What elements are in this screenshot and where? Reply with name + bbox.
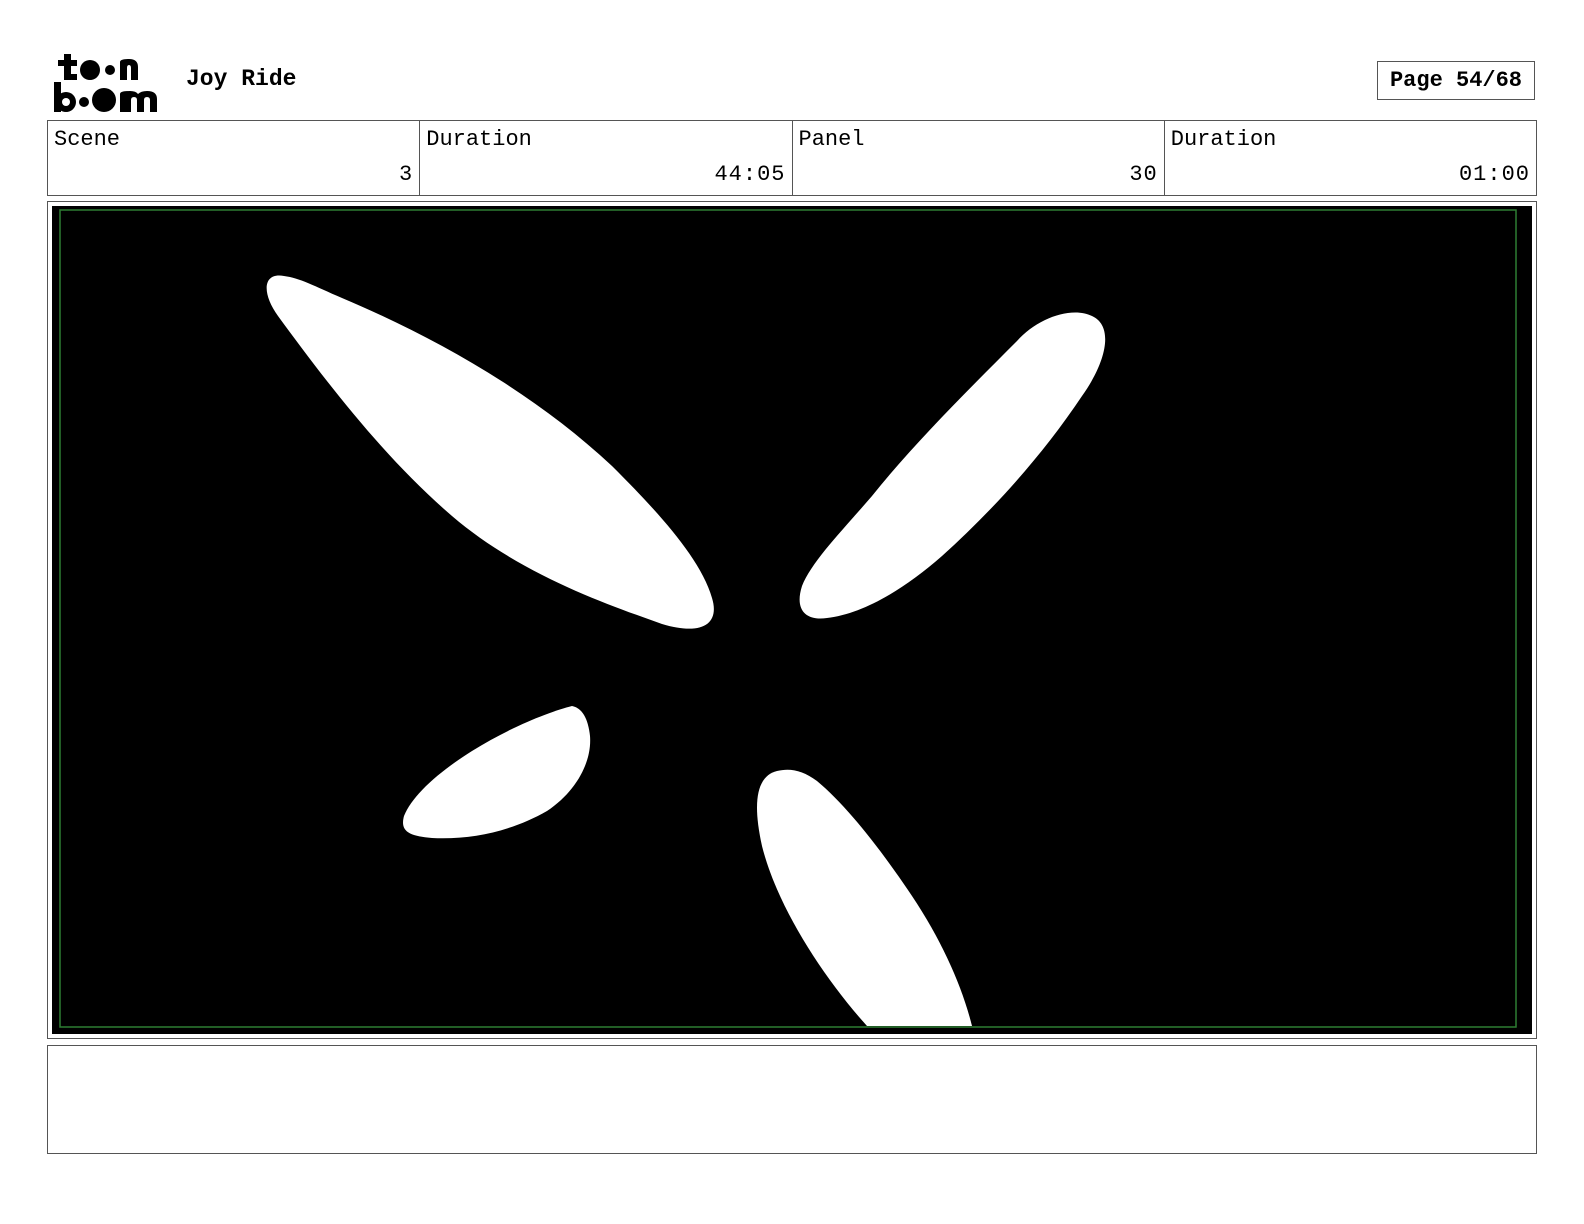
scene-duration-value: 44:05	[714, 162, 786, 187]
panel-image	[52, 206, 1532, 1034]
toonboom-logo-icon	[50, 50, 166, 114]
panel-frame	[47, 201, 1537, 1039]
notes-box	[47, 1045, 1537, 1154]
scene-cell: Scene 3	[48, 121, 421, 195]
panel-value: 30	[1129, 162, 1158, 187]
panel-duration-cell: Duration 01:00	[1165, 121, 1536, 195]
info-table: Scene 3 Duration 44:05 Panel 30 Duration…	[47, 120, 1537, 196]
scene-label: Scene	[54, 127, 121, 152]
panel-duration-label: Duration	[1170, 127, 1277, 152]
panel-cell: Panel 30	[793, 121, 1165, 195]
project-title: Joy Ride	[186, 66, 297, 92]
scene-duration-label: Duration	[426, 127, 532, 152]
scene-duration-cell: Duration 44:05	[420, 121, 793, 195]
panel-duration-value: 01:00	[1458, 162, 1530, 187]
panel-drawing	[52, 206, 1532, 1034]
panel-label: Panel	[798, 127, 865, 152]
page-number: Page 54/68	[1377, 61, 1535, 100]
scene-value: 3	[399, 162, 414, 187]
